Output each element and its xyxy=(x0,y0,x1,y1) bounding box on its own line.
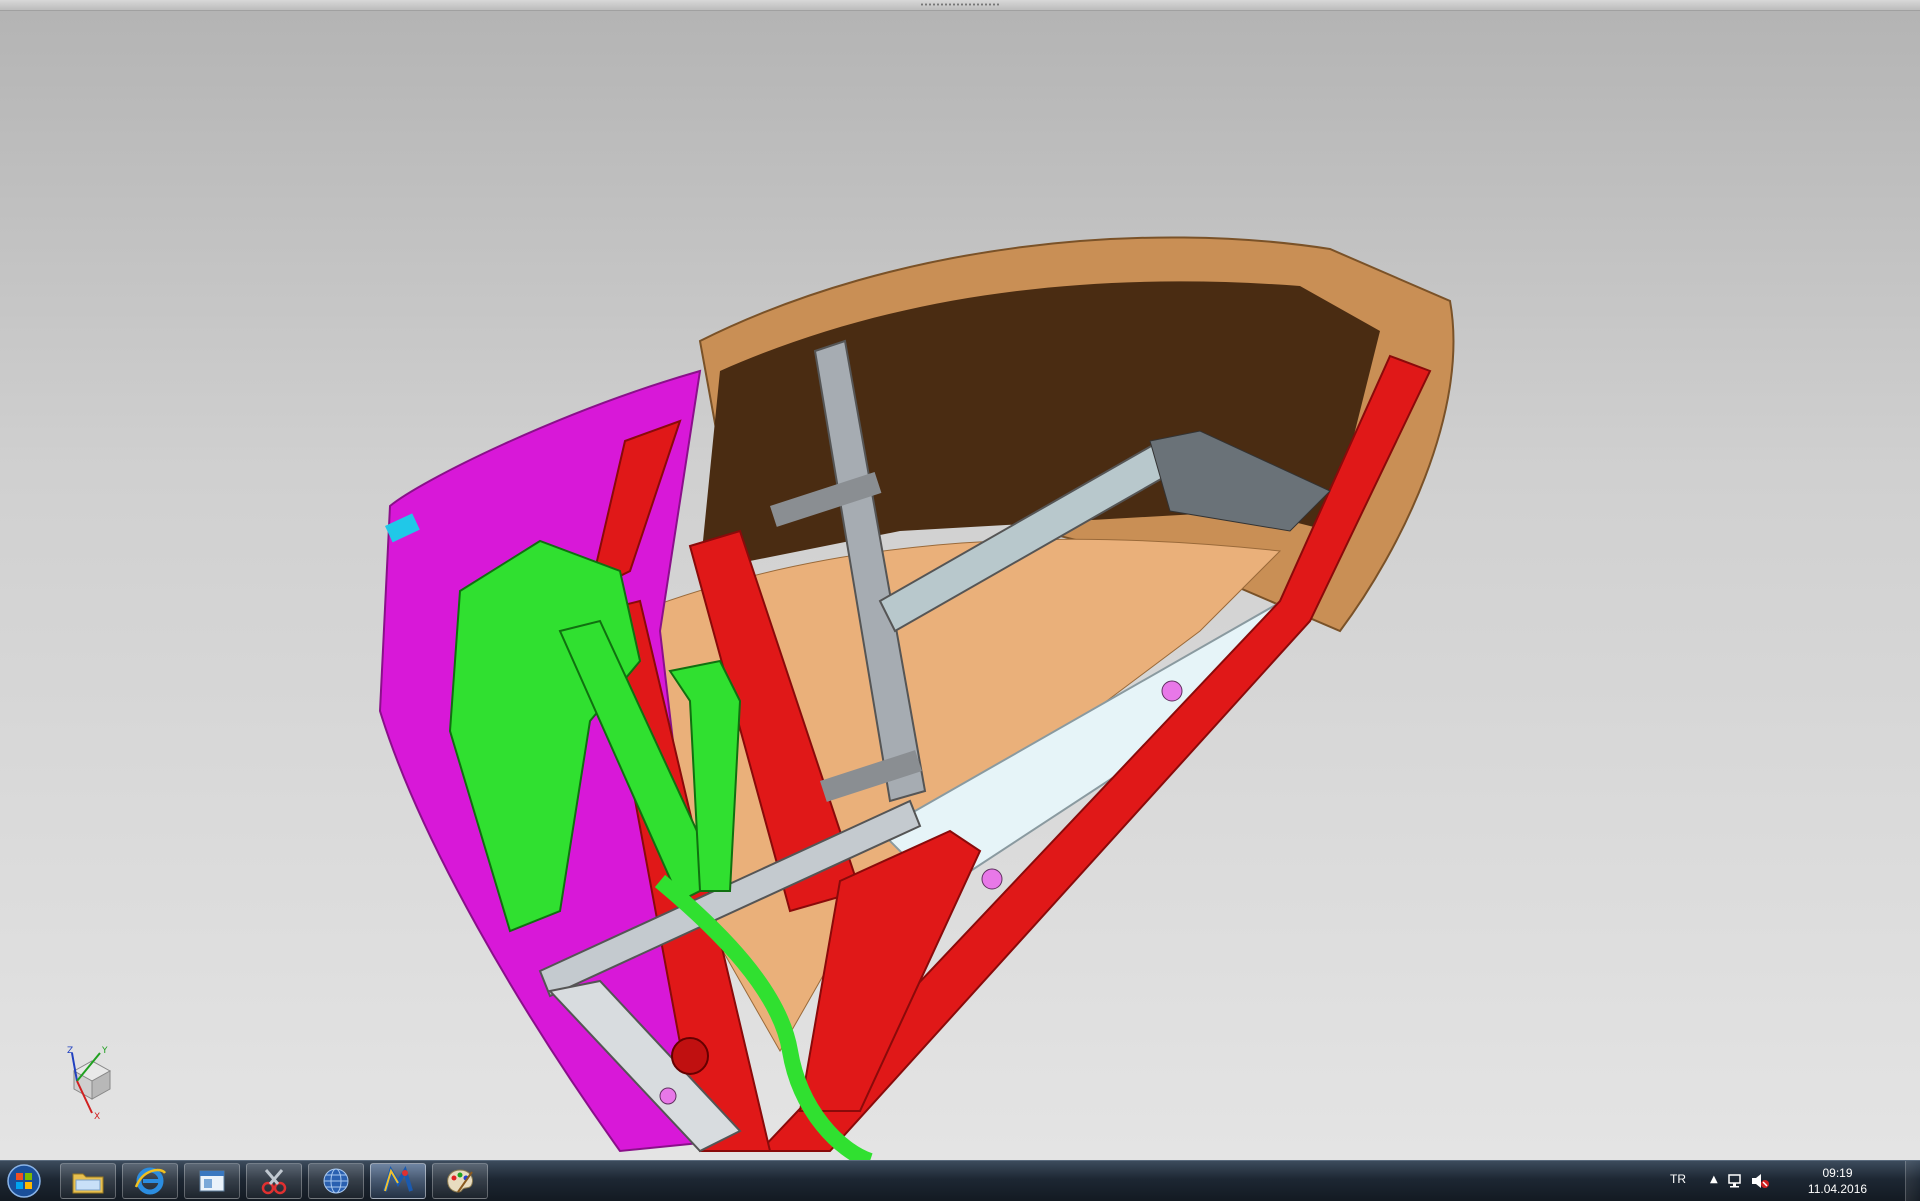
paint-app-button[interactable] xyxy=(432,1163,488,1199)
window-app-button[interactable] xyxy=(184,1163,240,1199)
cad-app-button[interactable] xyxy=(370,1163,426,1199)
grip-dots xyxy=(920,3,1000,6)
window-resize-handle[interactable] xyxy=(0,0,1920,11)
internet-explorer-button[interactable] xyxy=(122,1163,178,1199)
clock[interactable]: 09:19 11.04.2016 xyxy=(1785,1165,1890,1197)
bolt-1 xyxy=(1161,680,1183,702)
snipping-tool-button[interactable] xyxy=(246,1163,302,1199)
volume-muted-icon[interactable] xyxy=(1750,1172,1770,1190)
bolt-2 xyxy=(981,868,1003,890)
paint-palette-icon xyxy=(447,1169,473,1193)
language-indicator[interactable]: TR xyxy=(1670,1172,1686,1186)
scissors-icon xyxy=(261,1169,287,1195)
3d-viewport[interactable]: Z Y X xyxy=(0,11,1920,1160)
cad-app-icon xyxy=(383,1166,413,1192)
explorer-button[interactable] xyxy=(60,1163,116,1199)
globe-icon xyxy=(323,1168,349,1194)
triad-y-label: Y xyxy=(101,1046,108,1056)
axis-triad-icon[interactable]: Z Y X xyxy=(62,1041,132,1121)
taskbar: TR ▲ 09:19 11.04.2016 xyxy=(0,1160,1920,1201)
system-tray: TR ▲ 09:19 11.04.2016 xyxy=(1660,1161,1920,1201)
window-app-icon xyxy=(199,1170,225,1192)
folder-icon xyxy=(72,1173,104,1194)
triad-x-label: X xyxy=(94,1112,100,1121)
triad-z-label: Z xyxy=(67,1046,73,1056)
clock-time: 09:19 xyxy=(1822,1166,1853,1180)
bolt-3 xyxy=(659,1087,677,1105)
clock-date: 11.04.2016 xyxy=(1807,1182,1868,1196)
globe-app-button[interactable] xyxy=(308,1163,364,1199)
internet-explorer-icon xyxy=(134,1167,167,1195)
red-fitting xyxy=(671,1037,709,1075)
start-orb-icon[interactable] xyxy=(4,1162,44,1200)
network-icon[interactable] xyxy=(1727,1173,1745,1189)
show-desktop-button[interactable] xyxy=(1905,1161,1920,1201)
cad-model[interactable] xyxy=(0,11,1920,1160)
show-hidden-icons-icon[interactable]: ▲ xyxy=(1710,1174,1718,1185)
